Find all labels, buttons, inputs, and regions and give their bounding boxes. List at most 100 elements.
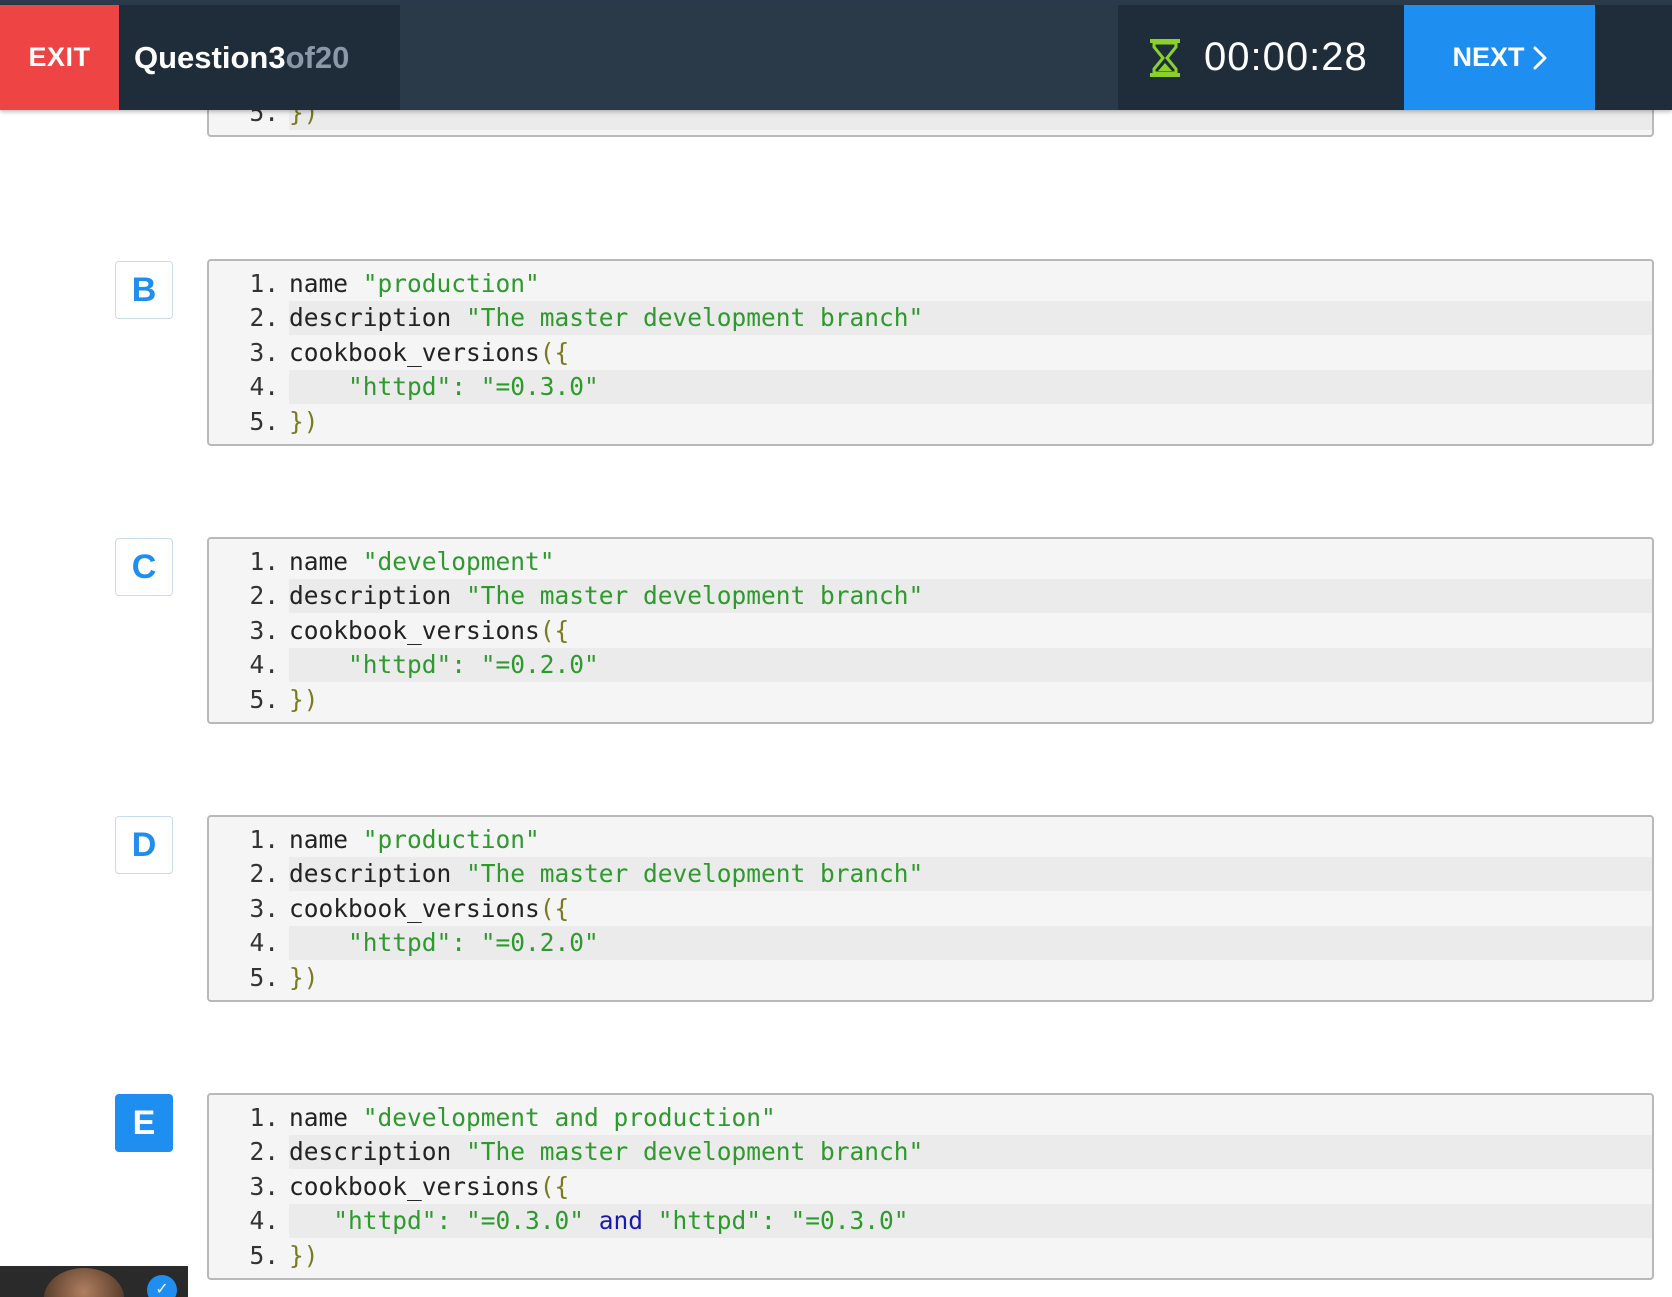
line-number: 2. [249,1137,279,1167]
code-token: "httpd": "=0.3.0" [643,1206,909,1236]
line-number: 4. [249,1206,279,1236]
line-number: 1. [249,268,279,298]
code-token: description [289,303,467,333]
code-token: description [289,859,467,889]
code-text: description "The master development bran… [289,578,1652,613]
code-line: 1. name "development and production" [209,1100,1652,1135]
code-line: 2. description "The master development br… [209,300,1652,335]
option-e-code[interactable]: 1. name "development and production" 2. des… [207,1093,1654,1280]
exam-page: EXIT Question 3 of 20 00:00:28 NEXT 4. "… [0,0,1672,1297]
line-number: 1. [249,546,279,576]
option-d-letter[interactable]: D [115,816,173,874]
code-text: "httpd": "=0.2.0" [289,925,1652,960]
code-text: description "The master development bran… [289,300,1652,335]
code-token: "httpd": "=0.2.0" [289,928,599,958]
code-token: ({ [539,337,570,367]
question-of: of [285,39,315,75]
code-text: "httpd": "=0.3.0" [289,369,1652,404]
code-line: 1. name "production" [209,822,1652,857]
check-icon[interactable]: ✓ [147,1275,177,1297]
question-counter: Question 3 of 20 [134,5,349,110]
code-token: "The master development branch" [466,303,924,333]
line-number: 4. [249,650,279,680]
code-token: ({ [539,615,570,645]
line-number: 2. [249,859,279,889]
code-line: 1. name "production" [209,266,1652,301]
code-token: "httpd": "=0.3.0" [289,1206,599,1236]
code-text: "httpd": "=0.3.0" and "httpd": "=0.3.0" [289,1203,1652,1238]
code-token: }) [289,406,319,436]
code-line: 5.}) [209,682,1652,717]
code-text: }) [289,404,1652,439]
code-line: 4. "httpd": "=0.3.0" and "httpd": "=0.3.… [209,1203,1652,1238]
code-token: ({ [539,893,570,923]
option-d-code[interactable]: 1. name "production" 2. description "The ma… [207,815,1654,1002]
option-c-letter[interactable]: C [115,538,173,596]
line-number: 3. [249,1171,279,1201]
header-spacer [400,5,1118,110]
code-text: "httpd": "=0.2.0" [289,647,1652,682]
code-token: cookbook_versions [289,615,540,645]
code-token: cookbook_versions [289,337,540,367]
code-text: description "The master development bran… [289,856,1652,891]
code-token: description [289,581,467,611]
timer-value: 00:00:28 [1204,35,1368,79]
code-token: }) [289,1240,319,1270]
line-number: 1. [249,824,279,854]
code-line: 3. cookbook_versions({ [209,1169,1652,1204]
code-text: cookbook_versions({ [289,613,1652,648]
code-line: 3. cookbook_versions({ [209,335,1652,370]
code-line: 3. cookbook_versions({ [209,613,1652,648]
code-token: ({ [539,1171,570,1201]
code-token: name [289,1102,363,1132]
code-token: "The master development branch" [466,1137,924,1167]
chevron-right-icon [1533,46,1546,69]
code-text: cookbook_versions({ [289,1169,1652,1204]
code-line: 4. "httpd": "=0.2.0" [209,925,1652,960]
code-text: description "The master development bran… [289,1134,1652,1169]
code-line: 5.}) [209,960,1652,995]
code-token: "httpd": "=0.2.0" [289,650,599,680]
option-b-letter[interactable]: B [115,261,173,319]
code-token: name [289,824,363,854]
code-line: 3. cookbook_versions({ [209,891,1652,926]
code-text: }) [289,960,1652,995]
exam-timer: 00:00:28 [1118,5,1403,110]
line-number: 4. [249,372,279,402]
code-line: 5.}) [209,1238,1652,1273]
line-number: 5. [249,684,279,714]
next-button[interactable]: NEXT [1404,5,1595,110]
code-token: }) [289,684,319,714]
code-line: 2. description "The master development br… [209,578,1652,613]
option-b-code[interactable]: 1. name "production" 2. description "The ma… [207,259,1654,446]
code-text: cookbook_versions({ [289,891,1652,926]
line-number: 3. [249,337,279,367]
code-token: "The master development branch" [466,581,924,611]
question-total: 20 [314,39,350,75]
line-number: 5. [249,962,279,992]
code-token: cookbook_versions [289,1171,540,1201]
code-text: name "production" [289,822,1652,857]
code-text: name "development" [289,544,1652,579]
code-text: name "production" [289,266,1652,301]
code-token: cookbook_versions [289,893,540,923]
option-c-code[interactable]: 1. name "development" 2. description "The m… [207,537,1654,724]
next-label: NEXT [1452,42,1525,72]
option-e-letter[interactable]: E [115,1094,173,1152]
line-number: 5. [249,406,279,436]
exit-button[interactable]: EXIT [0,5,119,110]
code-line: 2. description "The master development br… [209,1134,1652,1169]
question-label-text: Question [134,39,269,75]
line-number: 3. [249,615,279,645]
code-token: and [598,1206,644,1236]
code-line: 4. "httpd": "=0.3.0" [209,369,1652,404]
line-number: 2. [249,303,279,333]
code-line: 5.}) [209,404,1652,439]
code-line: 4. "httpd": "=0.2.0" [209,647,1652,682]
webcam-face [44,1268,124,1297]
code-token: "production" [362,268,540,298]
code-line: 2. description "The master development br… [209,856,1652,891]
code-token: "development and production" [362,1102,776,1132]
code-token: "production" [362,824,540,854]
code-line: 1. name "development" [209,544,1652,579]
